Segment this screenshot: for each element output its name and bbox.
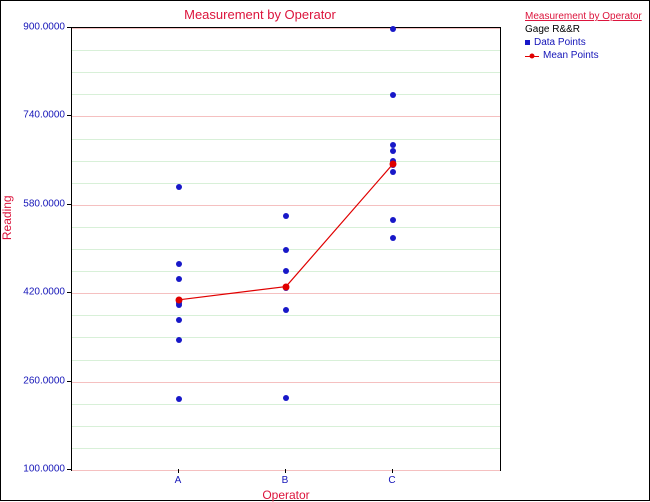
mean-point [283, 283, 290, 290]
y-tick-label: 740.0000 [5, 110, 65, 121]
y-tick [67, 115, 71, 116]
legend-label: Data Points [534, 36, 586, 49]
x-tick [285, 469, 286, 473]
x-tick [178, 469, 179, 473]
y-tick [67, 204, 71, 205]
legend-label: Mean Points [543, 49, 599, 62]
y-tick [67, 27, 71, 28]
y-tick-label: 420.0000 [5, 287, 65, 298]
mean-point [390, 160, 397, 167]
line-marker-icon [525, 51, 539, 61]
legend-title: Measurement by Operator [525, 11, 645, 22]
y-tick [67, 292, 71, 293]
legend-subtitle: Gage R&&R [525, 24, 645, 35]
plot-area [71, 27, 501, 471]
mean-line-svg [72, 28, 500, 470]
legend-item-mean: Mean Points [525, 49, 645, 62]
x-tick-label: B [282, 475, 289, 486]
chart-container: Measurement by Operator Reading Operator… [0, 0, 650, 501]
y-tick-label: 580.0000 [5, 198, 65, 209]
legend-item-data: Data Points [525, 36, 645, 49]
y-tick-label: 260.0000 [5, 375, 65, 386]
x-tick-label: A [175, 475, 182, 486]
mean-point [176, 296, 183, 303]
y-tick-label: 100.0000 [5, 464, 65, 475]
chart-title: Measurement by Operator [1, 7, 519, 22]
legend: Measurement by Operator Gage R&&R Data P… [525, 11, 645, 62]
x-tick-label: C [388, 475, 395, 486]
gridline-major [72, 470, 500, 471]
y-tick-label: 900.0000 [5, 22, 65, 33]
x-axis-title: Operator [71, 488, 501, 502]
x-tick [392, 469, 393, 473]
y-tick [67, 381, 71, 382]
y-tick [67, 469, 71, 470]
square-icon [525, 40, 530, 45]
